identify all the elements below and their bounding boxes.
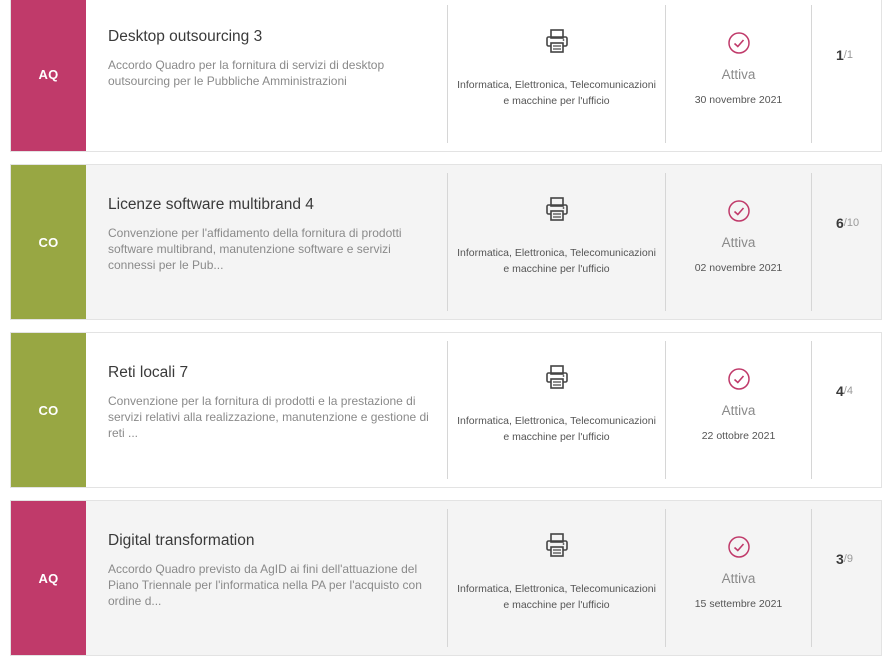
initiative-description: Accordo Quadro per la fornitura di servi…	[108, 58, 385, 88]
category-cell: Informatica, Elettronica, Telecomunicazi…	[448, 341, 666, 479]
initiative-info: Digital transformation Accordo Quadro pr…	[86, 509, 448, 647]
category-cell: Informatica, Elettronica, Telecomunicazi…	[448, 173, 666, 311]
initiative-info: Reti locali 7 Convenzione per la fornitu…	[86, 341, 448, 479]
status-cell: Attiva 15 settembre 2021	[666, 509, 812, 647]
lots-count: 1 /1	[812, 0, 881, 151]
status-label: Attiva	[721, 403, 756, 418]
lots-count-total: /10	[843, 217, 860, 229]
status-date: 15 settembre 2021	[694, 598, 783, 610]
lots-count-current: 1	[836, 47, 844, 63]
lots-count: 4 /4	[812, 333, 881, 487]
type-badge: CO	[11, 333, 86, 487]
lots-count-total: /9	[843, 553, 853, 565]
category-label: Informatica, Elettronica, Telecomunicazi…	[457, 583, 656, 611]
category-label: Informatica, Elettronica, Telecomunicazi…	[457, 415, 656, 443]
lots-count-current: 3	[836, 551, 844, 567]
initiative-card[interactable]: CO Reti locali 7 Convenzione per la forn…	[10, 332, 882, 488]
status-label: Attiva	[721, 571, 756, 586]
status-label: Attiva	[721, 235, 756, 250]
status-cell: Attiva 02 novembre 2021	[666, 173, 812, 311]
status-date: 22 ottobre 2021	[701, 430, 776, 442]
initiative-title[interactable]: Reti locali 7	[108, 363, 433, 383]
printer-icon	[545, 197, 568, 221]
status-date: 30 novembre 2021	[694, 94, 783, 106]
status-date: 02 novembre 2021	[694, 262, 783, 274]
lots-count-total: /4	[843, 385, 853, 397]
initiative-title[interactable]: Desktop outsourcing 3	[108, 27, 433, 47]
lots-count-current: 4	[836, 383, 844, 399]
initiative-title[interactable]: Licenze software multibrand 4	[108, 195, 433, 215]
lots-count: 3 /9	[812, 501, 881, 655]
initiative-card[interactable]: AQ Digital transformation Accordo Quadro…	[10, 500, 882, 656]
initiative-card[interactable]: AQ Desktop outsourcing 3 Accordo Quadro …	[10, 0, 882, 152]
check-circle-icon	[727, 368, 750, 390]
initiative-description: Accordo Quadro previsto da AgID ai fini …	[108, 562, 422, 608]
initiative-info: Licenze software multibrand 4 Convenzion…	[86, 173, 448, 311]
initiative-card[interactable]: CO Licenze software multibrand 4 Convenz…	[10, 164, 882, 320]
initiative-description: Convenzione per la fornitura di prodotti…	[108, 394, 429, 440]
lots-count: 6 /10	[812, 165, 881, 319]
printer-icon	[545, 365, 568, 389]
printer-icon	[545, 29, 568, 53]
check-circle-icon	[727, 536, 750, 558]
printer-icon	[545, 533, 568, 557]
check-circle-icon	[727, 200, 750, 222]
category-label: Informatica, Elettronica, Telecomunicazi…	[457, 79, 656, 107]
status-cell: Attiva 30 novembre 2021	[666, 5, 812, 143]
type-badge: AQ	[11, 0, 86, 151]
lots-count-current: 6	[836, 215, 844, 231]
initiative-info: Desktop outsourcing 3 Accordo Quadro per…	[86, 5, 448, 143]
check-circle-icon	[727, 32, 750, 54]
initiative-description: Convenzione per l'affidamento della forn…	[108, 226, 402, 272]
lots-count-total: /1	[843, 49, 853, 61]
status-cell: Attiva 22 ottobre 2021	[666, 341, 812, 479]
initiative-title[interactable]: Digital transformation	[108, 531, 433, 551]
status-label: Attiva	[721, 67, 756, 82]
category-cell: Informatica, Elettronica, Telecomunicazi…	[448, 5, 666, 143]
type-badge: CO	[11, 165, 86, 319]
category-cell: Informatica, Elettronica, Telecomunicazi…	[448, 509, 666, 647]
category-label: Informatica, Elettronica, Telecomunicazi…	[457, 247, 656, 275]
type-badge: AQ	[11, 501, 86, 655]
